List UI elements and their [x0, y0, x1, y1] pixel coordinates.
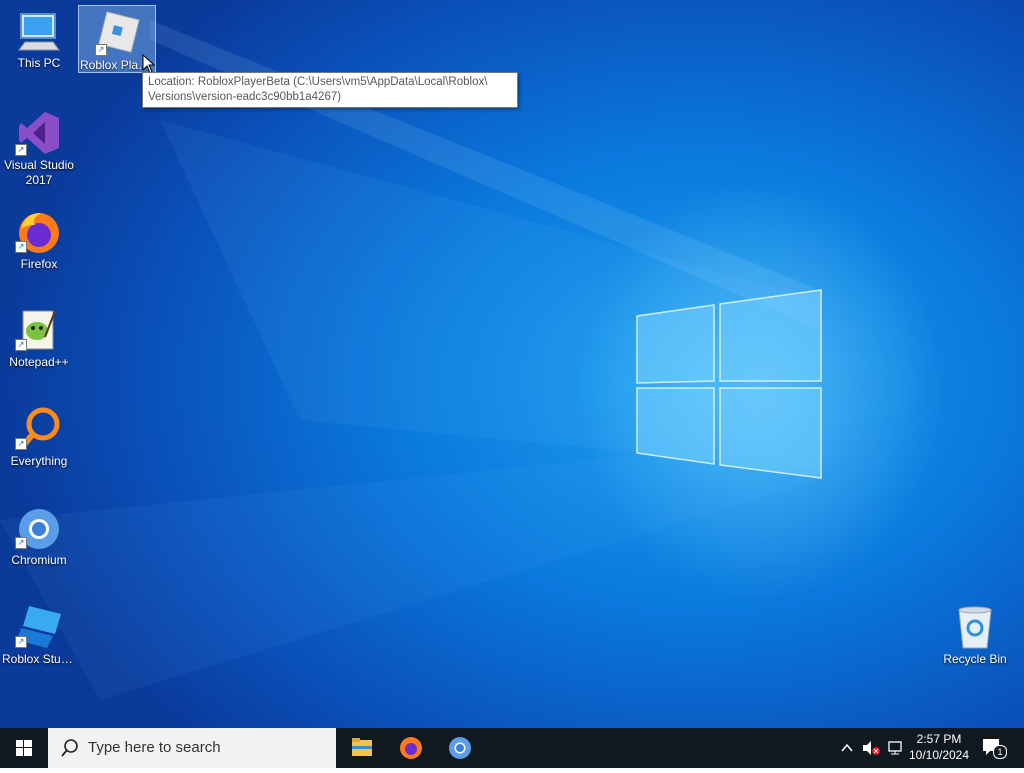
taskbar-clock[interactable]: 2:57 PM 10/10/2024	[904, 731, 974, 763]
shortcut-arrow-icon: ↗	[15, 636, 27, 648]
taskbar-app-chromium[interactable]	[436, 728, 484, 768]
icon-label: Visual Studio 2017	[4, 158, 74, 187]
wallpaper-light-beams	[0, 20, 820, 700]
taskbar-app-file-explorer[interactable]	[338, 728, 386, 768]
desktop-icon-visual-studio[interactable]: ↗ Visual Studio 2017	[1, 106, 77, 188]
start-button[interactable]	[0, 728, 48, 768]
icon-label: Roblox Studio	[2, 652, 77, 666]
search-icon	[61, 739, 78, 757]
shortcut-arrow-icon: ↗	[15, 537, 27, 549]
shortcut-arrow-icon: ↗	[15, 241, 27, 253]
icon-label: Firefox	[20, 257, 58, 271]
icon-label: Everything	[10, 454, 68, 468]
recycle-bin-icon	[958, 606, 992, 649]
desktop-icon-recycle-bin[interactable]: Recycle Bin	[937, 600, 1013, 667]
volume-muted-icon[interactable]	[862, 740, 880, 756]
desktop-icon-firefox[interactable]: ↗ Firefox	[1, 205, 77, 272]
show-hidden-icons-chevron-icon[interactable]	[840, 741, 854, 755]
notification-count-badge: 1	[993, 745, 1007, 759]
clock-time: 2:57 PM	[916, 732, 962, 746]
file-explorer-icon	[352, 738, 372, 756]
taskbar-search-box[interactable]: Type here to search	[48, 728, 336, 768]
this-pc-icon	[18, 13, 60, 51]
icon-label: Notepad++	[9, 355, 69, 369]
desktop-icon-everything[interactable]: ↗ Everything	[1, 402, 77, 469]
desktop-icon-this-pc[interactable]: This PC	[1, 6, 77, 71]
firefox-icon	[400, 737, 422, 759]
shortcut-arrow-icon: ↗	[15, 438, 27, 450]
clock-date: 10/10/2024	[908, 748, 970, 762]
desktop[interactable]: This PC ↗ Roblox Player ↗ Visual Studio …	[0, 0, 1024, 728]
desktop-icon-roblox-studio[interactable]: ↗ Roblox Studio	[1, 600, 77, 667]
network-icon[interactable]	[886, 740, 904, 756]
windows-start-icon	[16, 740, 32, 756]
shortcut-arrow-icon: ↗	[15, 339, 27, 351]
search-placeholder: Type here to search	[88, 739, 221, 756]
icon-label: This PC	[17, 56, 61, 70]
windows-logo-wallpaper	[636, 289, 822, 479]
tooltip-line-1: Location: RobloxPlayerBeta (C:\Users\vm5…	[148, 76, 488, 88]
tooltip-line-2: Versions\version-eadc3c90bb1a4267)	[148, 91, 342, 103]
shortcut-arrow-icon: ↗	[15, 144, 27, 156]
desktop-icon-notepadpp[interactable]: ↗ Notepad++	[1, 303, 77, 370]
taskbar: Type here to search 2:57 PM 10/10/2024 1	[0, 728, 1024, 768]
desktop-icon-chromium[interactable]: ↗ Chromium	[1, 501, 77, 568]
chromium-icon	[449, 737, 471, 759]
icon-label: Recycle Bin	[943, 652, 1007, 666]
icon-label: Chromium	[11, 553, 67, 567]
shortcut-arrow-icon: ↗	[95, 44, 107, 56]
taskbar-app-firefox[interactable]	[387, 728, 435, 768]
desktop-icon-roblox-player[interactable]: ↗ Roblox Player	[78, 5, 156, 73]
icon-location-tooltip: Location: RobloxPlayerBeta (C:\Users\vm5…	[142, 72, 518, 108]
icon-label: Roblox Player	[80, 58, 155, 72]
action-center-button[interactable]: 1	[982, 738, 1007, 759]
